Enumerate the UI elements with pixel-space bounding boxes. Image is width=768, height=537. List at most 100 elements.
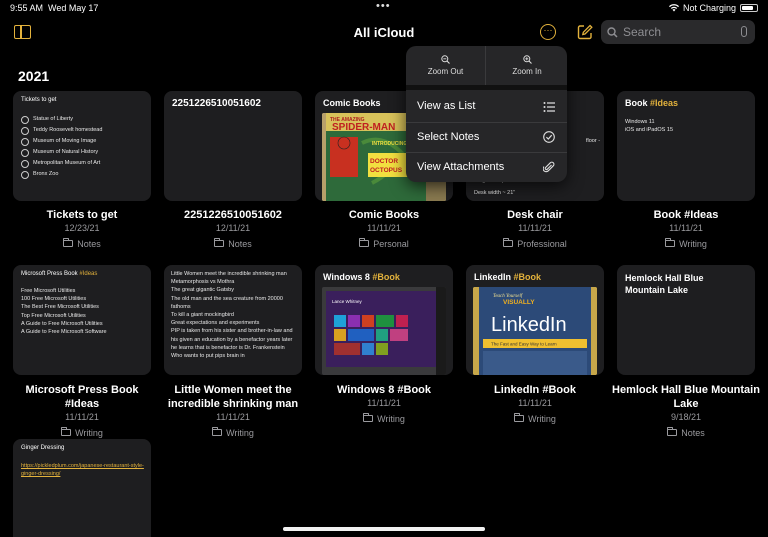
note-card-body: Windows 11 iOS and iPadOS 15 [625, 119, 674, 134]
folder-icon [214, 238, 225, 247]
list-icon [543, 102, 555, 112]
folder-icon [63, 238, 74, 247]
note-title: Tickets to get [46, 209, 118, 221]
note-folder: Writing [665, 238, 707, 250]
linkedin-book-image: Teach Yourself VISUALLY LinkedIn The Fas… [473, 287, 597, 375]
view-as-list-item[interactable]: View as List [406, 90, 567, 123]
windows-tablet-icon: Lance Whitney [322, 287, 446, 375]
note-card-title: Microsoft Press Book #Ideas [21, 271, 98, 277]
note-title: LinkedIn #Book [494, 384, 576, 396]
note-caption[interactable]: Book #Ideas 11/11/21 Writing [611, 208, 761, 252]
search-icon [607, 26, 618, 38]
multitasking-dots[interactable]: ••• [376, 0, 391, 12]
view-attachments-item[interactable]: View Attachments [406, 153, 567, 182]
paperclip-icon [543, 161, 555, 173]
zoom-out-button[interactable]: Zoom Out [406, 46, 486, 85]
select-notes-label: Select Notes [417, 131, 480, 143]
note-title: Hemlock Hall Blue Mountain Lake [612, 384, 760, 410]
folder-icon [503, 238, 514, 247]
more-options-menu: Zoom Out Zoom In View as List Select Not… [406, 46, 567, 182]
note-title: Desk chair [507, 209, 563, 221]
zoom-in-button[interactable]: Zoom In [487, 46, 567, 85]
note-caption[interactable]: Desk chair 11/11/21 Professional [460, 208, 610, 252]
note-folder: Writing [212, 427, 254, 439]
note-caption[interactable]: LinkedIn #Book 11/11/21 Writing [460, 383, 610, 427]
status-right: Not Charging [668, 3, 758, 13]
note-folder: Writing [363, 413, 405, 425]
more-options-icon[interactable]: ··· [540, 24, 556, 40]
note-card-windows-8[interactable]: Windows 8 #Book Lance Whitney [315, 265, 453, 375]
checkbox-circle-icon [21, 137, 29, 146]
checklist: Statue of Liberty Teddy Roosevelt homest… [21, 114, 145, 180]
note-title: Microsoft Press Book #Ideas [25, 384, 139, 410]
checklist-item: Statue of Liberty [21, 114, 145, 125]
note-caption[interactable]: Tickets to get 12/23/21 Notes [7, 208, 157, 252]
note-caption[interactable]: Hemlock Hall Blue Mountain Lake 9/18/21 … [611, 383, 761, 441]
note-date: 11/11/21 [65, 412, 99, 422]
note-date: 9/18/21 [670, 412, 702, 422]
select-notes-item[interactable]: Select Notes [406, 123, 567, 153]
note-caption[interactable]: Windows 8 #Book 11/11/21 Writing [309, 383, 459, 427]
folder-icon [61, 427, 72, 436]
toolbar: All iCloud ··· [0, 16, 768, 48]
checklist-item: Bronx Zoo [21, 169, 145, 180]
checklist-item: Teddy Roosevelt homestead [21, 125, 145, 136]
note-card-ginger-dressing[interactable]: Ginger Dressing https://pickledplum.com/… [13, 439, 151, 537]
note-card-book-ideas[interactable]: Book #Ideas Windows 11 iOS and iPadOS 15 [617, 91, 755, 201]
note-card-link[interactable]: https://pickledplum.com/japanese-restaur… [21, 462, 145, 478]
note-card-title: 2251226510051602 [172, 98, 261, 109]
note-folder: Notes [214, 238, 252, 250]
note-caption[interactable]: Little Women meet the incredible shrinki… [158, 383, 308, 441]
note-card-body: Free Microsoft Utilities 100 Free Micros… [21, 288, 107, 336]
note-folder: Notes [63, 238, 101, 250]
battery-icon [740, 4, 758, 12]
checklist-item: Museum of Natural History [21, 147, 145, 158]
view-as-list-label: View as List [417, 100, 476, 112]
note-caption[interactable]: 2251226510051602 12/11/21 Notes [158, 208, 308, 252]
home-indicator[interactable] [283, 527, 485, 531]
note-card-number[interactable]: 2251226510051602 [164, 91, 302, 201]
charging-status: Not Charging [682, 3, 736, 13]
wifi-icon [668, 4, 679, 12]
note-date: 11/11/21 [518, 398, 552, 408]
checkmark-circle-icon [543, 131, 555, 143]
note-card-title: Book #Ideas [625, 98, 679, 108]
note-card-little-women[interactable]: Little Women meet the incredible shrinki… [164, 265, 302, 375]
note-card-side-text: floor - [586, 138, 601, 144]
sidebar-toggle-icon[interactable] [14, 25, 31, 39]
search-bar[interactable] [601, 20, 755, 44]
note-folder: Writing [61, 427, 103, 439]
note-date: 12/11/21 [215, 223, 251, 233]
note-caption[interactable]: Microsoft Press Book #Ideas 11/11/21 Wri… [7, 383, 157, 441]
note-card-linkedin[interactable]: LinkedIn #Book Teach Yourself VISUALLY L… [466, 265, 604, 375]
note-title: 2251226510051602 [184, 209, 282, 221]
folder-icon [212, 427, 223, 436]
view-attachments-label: View Attachments [417, 161, 505, 173]
note-card-title: Hemlock Hall Blue Mountain Lake [625, 273, 704, 295]
note-card-title: Windows 8 #Book [323, 272, 400, 282]
note-date: 11/11/21 [367, 398, 401, 408]
note-card-microsoft-press[interactable]: Microsoft Press Book #Ideas Free Microso… [13, 265, 151, 375]
note-caption[interactable]: Comic Books 11/11/21 Personal [309, 208, 459, 252]
note-card-body: Little Women meet the incredible shrinki… [171, 271, 293, 360]
compose-icon[interactable] [577, 24, 593, 40]
section-year-heading: 2021 [18, 68, 50, 84]
svg-text:The Fast and Easy Way to Learn: The Fast and Easy Way to Learn [491, 342, 557, 347]
folder-icon [667, 427, 678, 436]
note-title: Little Women meet the incredible shrinki… [167, 384, 299, 410]
note-date: 11/11/21 [518, 223, 552, 233]
windows-tablet-image: Lance Whitney [322, 287, 446, 375]
search-input[interactable] [623, 25, 733, 39]
note-folder: Notes [667, 427, 705, 439]
note-card-tickets[interactable]: Tickets to get Statue of Liberty Teddy R… [13, 91, 151, 201]
svg-text:DOCTOR: DOCTOR [370, 158, 398, 165]
microphone-icon[interactable] [741, 26, 747, 37]
zoom-out-label: Zoom Out [427, 67, 464, 76]
folder-icon [359, 238, 370, 247]
note-card-title: Ginger Dressing [21, 445, 65, 451]
folder-icon [363, 413, 374, 422]
status-bar: 9:55 AM Wed May 17 ••• Not Charging [0, 0, 768, 16]
note-folder: Writing [514, 413, 556, 425]
note-card-hemlock-hall[interactable]: Hemlock Hall Blue Mountain Lake [617, 265, 755, 375]
checklist-item: Metropolitan Museum of Art [21, 158, 145, 169]
